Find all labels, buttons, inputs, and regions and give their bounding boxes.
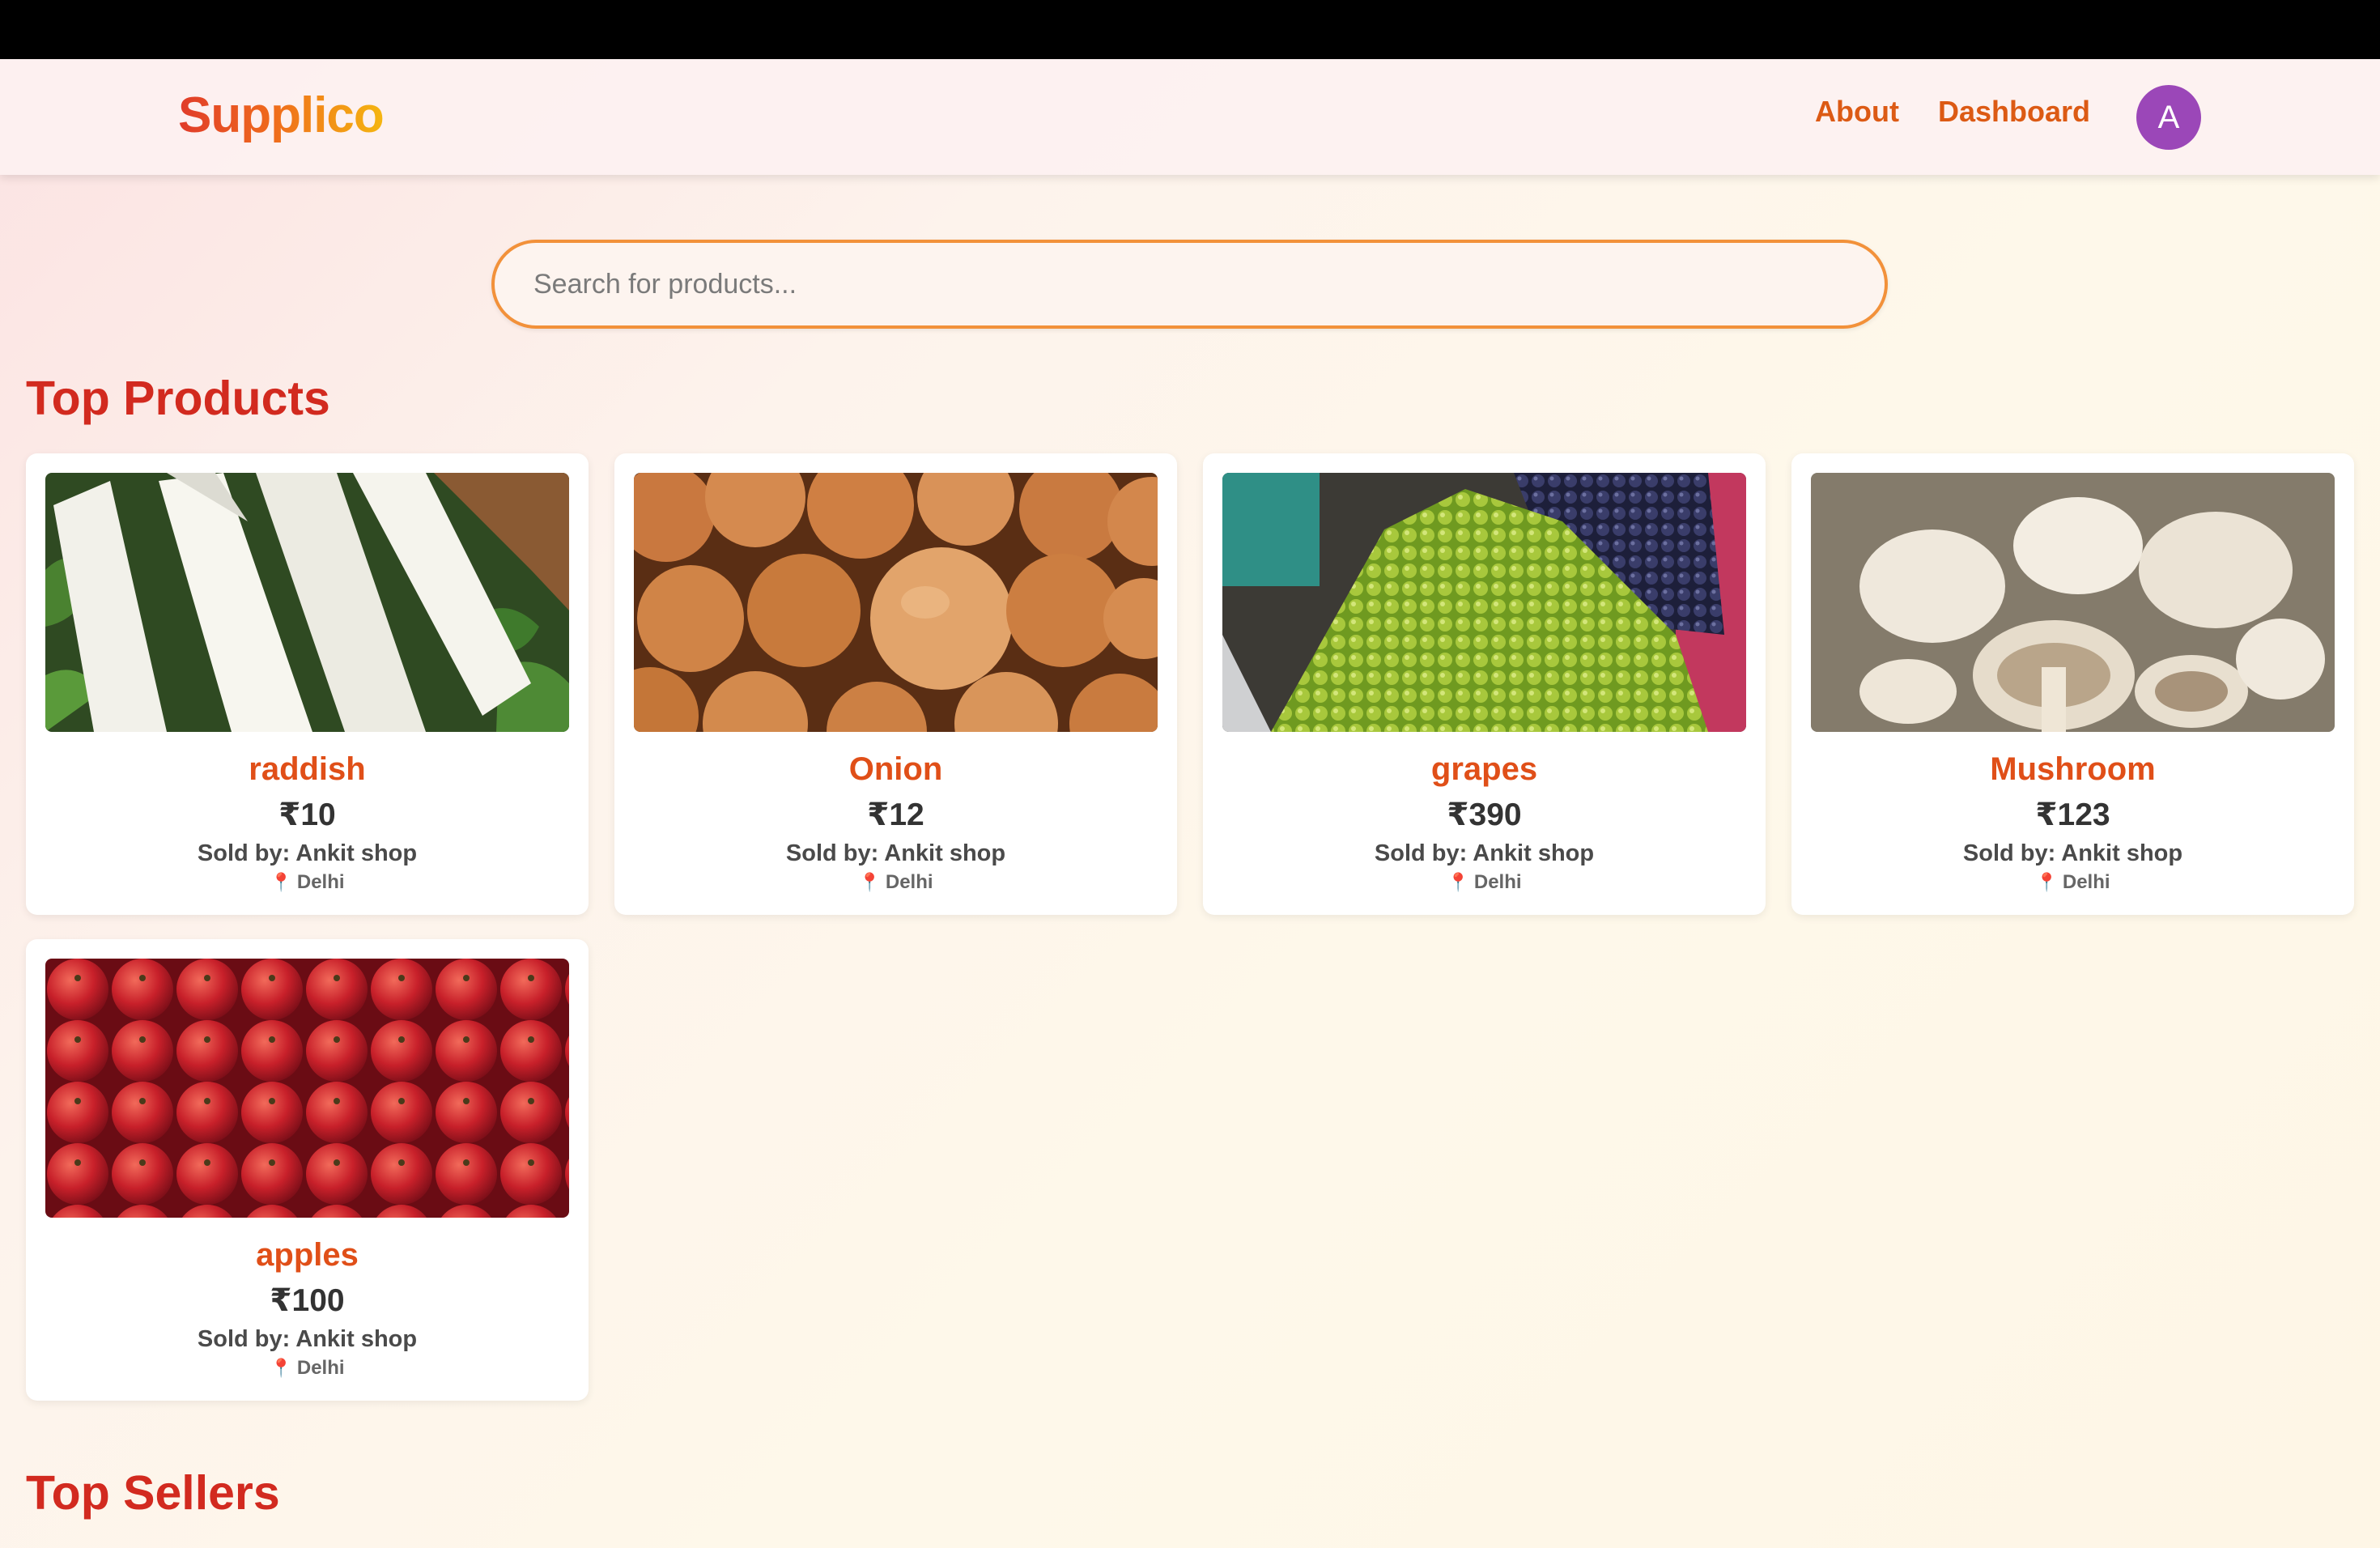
top-sellers-title: Top Sellers <box>26 1466 280 1520</box>
product-price: ₹390 <box>1447 797 1522 832</box>
search-input[interactable] <box>491 240 1888 329</box>
nav-link-about[interactable]: About <box>1815 95 1899 129</box>
map-pin-icon: 📍 <box>270 1358 292 1378</box>
system-top-bar <box>0 0 2380 59</box>
product-image-mushroom <box>1811 473 2335 732</box>
product-image-radish <box>45 473 569 732</box>
product-card[interactable]: raddish ₹10 Sold by: Ankit shop 📍 Delhi <box>26 453 589 915</box>
product-seller: Sold by: Ankit shop <box>785 840 1006 866</box>
product-card[interactable]: Onion ₹12 Sold by: Ankit shop 📍 Delhi <box>614 453 1177 915</box>
product-price: ₹12 <box>867 797 924 832</box>
product-location-text: Delhi <box>296 871 345 893</box>
product-image-apples <box>45 959 569 1218</box>
nav-link-dashboard[interactable]: Dashboard <box>1938 95 2090 129</box>
product-seller: Sold by: Ankit shop <box>1962 840 2183 866</box>
product-location: 📍 Delhi <box>1791 871 2354 894</box>
product-location: 📍 Delhi <box>26 1357 589 1380</box>
product-location: 📍 Delhi <box>1203 871 1766 894</box>
product-seller: Sold by: Ankit shop <box>1374 840 1595 866</box>
product-name: Mushroom <box>1990 751 2156 787</box>
map-pin-icon: 📍 <box>858 872 881 892</box>
product-card[interactable]: apples ₹100 Sold by: Ankit shop 📍 Delhi <box>26 939 589 1401</box>
product-name: grapes <box>1430 751 1538 787</box>
map-pin-icon: 📍 <box>2035 872 2058 892</box>
product-card[interactable]: grapes ₹390 Sold by: Ankit shop 📍 Delhi <box>1203 453 1766 915</box>
product-location-text: Delhi <box>296 1357 345 1379</box>
product-seller: Sold by: Ankit shop <box>197 1326 418 1352</box>
avatar[interactable]: A <box>2136 85 2201 150</box>
map-pin-icon: 📍 <box>270 872 292 892</box>
top-products-title: Top Products <box>26 372 330 425</box>
product-price: ₹123 <box>2035 797 2110 832</box>
map-pin-icon: 📍 <box>1447 872 1469 892</box>
product-image-grapes <box>1222 473 1746 732</box>
product-location-text: Delhi <box>2062 871 2110 893</box>
product-name: apples <box>256 1237 359 1273</box>
navbar: Supplico About Dashboard A <box>0 59 2380 175</box>
product-location-text: Delhi <box>885 871 933 893</box>
product-card[interactable]: Mushroom ₹123 Sold by: Ankit shop 📍 Delhi <box>1791 453 2354 915</box>
product-location: 📍 Delhi <box>26 871 589 894</box>
product-price: ₹100 <box>270 1283 345 1318</box>
product-location: 📍 Delhi <box>614 871 1177 894</box>
search-bar <box>491 240 1888 329</box>
product-image-onion <box>634 473 1158 732</box>
product-name: raddish <box>249 751 366 787</box>
product-price: ₹10 <box>278 797 336 832</box>
product-location-text: Delhi <box>1473 871 1522 893</box>
product-name: Onion <box>848 751 943 787</box>
logo[interactable]: Supplico <box>178 87 385 144</box>
product-seller: Sold by: Ankit shop <box>197 840 418 866</box>
nav-links: About Dashboard <box>1815 95 2090 129</box>
